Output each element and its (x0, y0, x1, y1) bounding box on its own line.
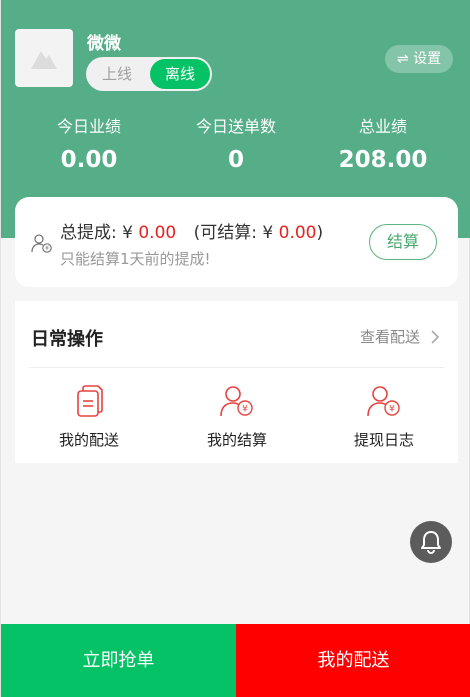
user-yuan-icon: ¥ (220, 386, 253, 417)
chevron-right-icon (431, 329, 440, 344)
settle-button[interactable]: 结算 (369, 224, 437, 260)
stat-label: 今日业绩 (56, 117, 121, 136)
stat-label: 今日送单数 (195, 117, 276, 136)
stat-today-orders: 今日送单数 0 (161, 113, 311, 173)
view-delivery-label: 查看配送 (359, 328, 420, 346)
commission-card: ¥ 总提成: ¥ 0.00 (可结算: ¥ 0.00) 只能结算1天前的提成! … (15, 197, 458, 287)
stat-value: 0 (227, 147, 244, 173)
svg-text:¥: ¥ (242, 405, 248, 415)
status-toggle[interactable]: 上线 离线 (86, 57, 212, 91)
op-label: 我的配送 (58, 431, 119, 449)
status-online-option[interactable]: 上线 (86, 57, 148, 91)
grab-order-button[interactable]: 立即抢单 (1, 624, 236, 697)
user-name: 微微 (87, 34, 121, 54)
settleable-value: 0.00 (278, 223, 317, 243)
notification-button[interactable] (410, 521, 452, 563)
status-offline-option[interactable]: 离线 (150, 59, 210, 89)
op-label: 提现日志 (353, 431, 414, 449)
stat-today-performance: 今日业绩 0.00 (14, 113, 164, 173)
settleable-close: ) (316, 223, 324, 243)
bottom-action-bar: 立即抢单 我的配送 (1, 624, 470, 697)
svg-text:¥: ¥ (389, 405, 395, 415)
document-icon (77, 385, 103, 417)
stat-total-performance: 总业绩 208.00 (308, 113, 458, 173)
divider (29, 367, 444, 368)
avatar[interactable] (15, 29, 73, 87)
stat-value: 0.00 (60, 147, 118, 173)
avatar-placeholder-icon (31, 51, 57, 69)
operations-title: 日常操作 (31, 329, 103, 350)
op-withdraw-log[interactable]: ¥ 提现日志 (310, 383, 458, 450)
user-yuan-icon: ¥ (31, 234, 52, 253)
bell-icon (421, 531, 441, 554)
op-my-delivery[interactable]: 我的配送 (15, 383, 163, 450)
settleable-label: (可结算: ¥ (193, 223, 274, 243)
total-commission-value: 0.00 (138, 223, 177, 243)
settings-button[interactable]: ⇌ 设置 (385, 45, 453, 73)
stat-value: 208.00 (338, 147, 428, 173)
op-my-settlement[interactable]: ¥ 我的结算 (163, 383, 311, 450)
total-commission-label: 总提成: ¥ (60, 223, 133, 243)
op-label: 我的结算 (206, 431, 267, 449)
commission-summary: 总提成: ¥ 0.00 (可结算: ¥ 0.00) (60, 218, 323, 243)
commission-note: 只能结算1天前的提成! (60, 250, 211, 268)
user-yuan-icon: ¥ (367, 386, 400, 417)
svg-text:¥: ¥ (45, 245, 49, 252)
stat-label: 总业绩 (358, 117, 407, 136)
daily-operations-card: 日常操作 查看配送 我的配送 ¥ 我的结算 ¥ 提现日志 (15, 301, 458, 463)
view-delivery-link[interactable]: 查看配送 (360, 326, 442, 347)
my-delivery-button[interactable]: 我的配送 (236, 624, 470, 697)
